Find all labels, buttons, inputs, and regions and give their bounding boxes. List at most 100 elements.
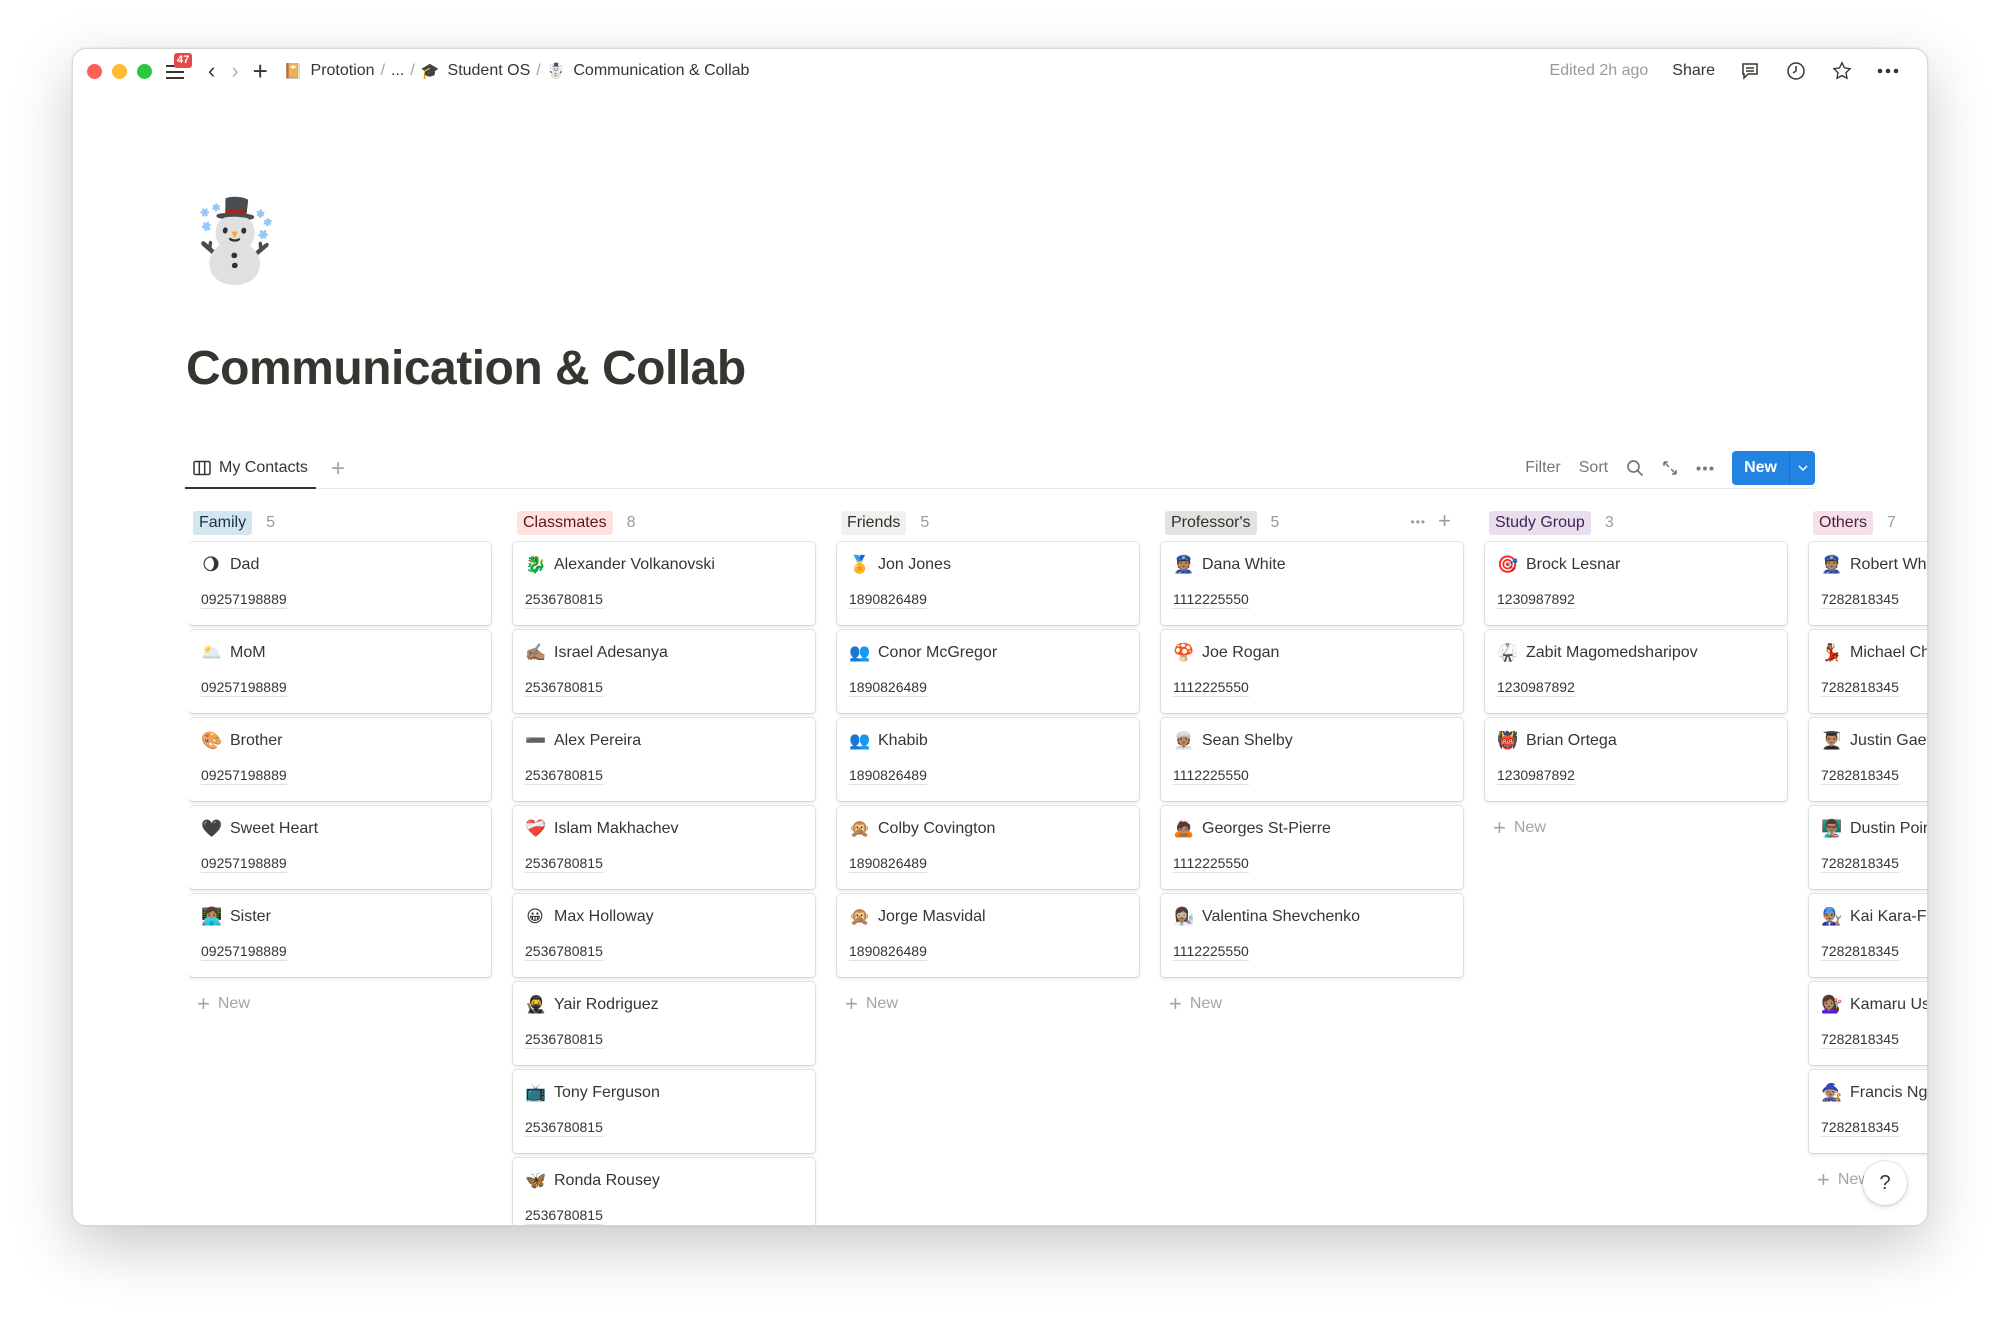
favorite-button[interactable] — [1831, 60, 1853, 82]
contact-phone[interactable]: 2536780815 — [525, 1206, 603, 1225]
contact-phone[interactable]: 2536780815 — [525, 1118, 603, 1137]
add-view-button[interactable]: + — [331, 455, 345, 483]
contact-card[interactable]: 👨🏽‍🏫 Dustin Poirier 7282818345 — [1809, 806, 1927, 889]
search-button[interactable] — [1626, 459, 1644, 477]
contact-card[interactable]: 🙇🏽 Georges St-Pierre 1112225550 — [1161, 806, 1463, 889]
maximize-window-button[interactable] — [137, 63, 152, 79]
contact-phone[interactable]: 1112225550 — [1173, 942, 1249, 961]
share-button[interactable]: Share — [1672, 62, 1715, 80]
column-tag[interactable]: Study Group — [1489, 511, 1591, 535]
contact-card[interactable]: 👥 Conor McGregor 1890826489 — [837, 630, 1139, 713]
contact-phone[interactable]: 1112225550 — [1173, 678, 1249, 697]
page-title[interactable]: Communication & Collab — [186, 341, 746, 396]
help-button[interactable]: ? — [1863, 1161, 1907, 1205]
contact-phone[interactable]: 09257198889 — [201, 854, 287, 873]
contact-phone[interactable]: 7282818345 — [1821, 1118, 1899, 1137]
contact-phone[interactable]: 2536780815 — [525, 1030, 603, 1049]
contact-card[interactable]: 👥 Khabib 1890826489 — [837, 718, 1139, 801]
contact-card[interactable]: 📺 Tony Ferguson 2536780815 — [513, 1070, 815, 1153]
contact-card[interactable]: 🧙🏽 Francis Ngannou 7282818345 — [1809, 1070, 1927, 1153]
expand-button[interactable] — [1662, 460, 1678, 476]
contact-card[interactable]: 💇🏽‍♀️ Kamaru Usman 7282818345 — [1809, 982, 1927, 1065]
contact-phone[interactable]: 1112225550 — [1173, 590, 1249, 609]
contact-phone[interactable]: 7282818345 — [1821, 678, 1899, 697]
column-add-icon[interactable]: + — [1438, 510, 1451, 532]
breadcrumb-item-ellipsis[interactable]: ... — [387, 60, 408, 82]
contact-card[interactable]: ✍🏽 Israel Adesanya 2536780815 — [513, 630, 815, 713]
contact-card[interactable]: 🐉 Alexander Volkanovski 2536780815 — [513, 542, 815, 625]
contact-card[interactable]: 🥋 Zabit Magomedsharipov 1230987892 — [1485, 630, 1787, 713]
add-card-button[interactable]: + New — [189, 991, 491, 1017]
contact-card[interactable]: 🖤 Sweet Heart 09257198889 — [189, 806, 491, 889]
contact-phone[interactable]: 1230987892 — [1497, 590, 1575, 609]
new-page-button[interactable]: + — [253, 58, 268, 84]
updates-button[interactable] — [1785, 60, 1807, 82]
add-card-button[interactable]: + New — [1161, 991, 1463, 1017]
contact-phone[interactable]: 1112225550 — [1173, 766, 1249, 785]
contact-phone[interactable]: 2536780815 — [525, 854, 603, 873]
contact-phone[interactable]: 7282818345 — [1821, 942, 1899, 961]
contact-phone[interactable]: 2536780815 — [525, 766, 603, 785]
contact-card[interactable]: 👮🏽 Dana White 1112225550 — [1161, 542, 1463, 625]
close-window-button[interactable] — [87, 63, 102, 79]
contact-card[interactable]: 🎯 Brock Lesnar 1230987892 — [1485, 542, 1787, 625]
sidebar-menu-button[interactable]: 47 — [166, 53, 193, 79]
contact-phone[interactable]: 2536780815 — [525, 590, 603, 609]
tab-my-contacts[interactable]: My Contacts — [185, 449, 316, 489]
contact-phone[interactable]: 1890826489 — [849, 766, 927, 785]
contact-card[interactable]: 🎨 Brother 09257198889 — [189, 718, 491, 801]
contact-card[interactable]: ➖ Alex Pereira 2536780815 — [513, 718, 815, 801]
contact-phone[interactable]: 7282818345 — [1821, 854, 1899, 873]
contact-card[interactable]: 🌖 Dad 09257198889 — [189, 542, 491, 625]
contact-phone[interactable]: 1890826489 — [849, 942, 927, 961]
contact-card[interactable]: 🙊 Jorge Masvidal 1890826489 — [837, 894, 1139, 977]
contact-card[interactable]: 👩🏽‍🔬 Valentina Shevchenko 1112225550 — [1161, 894, 1463, 977]
breadcrumb-item-student-os[interactable]: 🎓 Student OS — [417, 60, 534, 82]
contact-card[interactable]: 😀 Max Holloway 2536780815 — [513, 894, 815, 977]
contact-phone[interactable]: 1890826489 — [849, 590, 927, 609]
contact-phone[interactable]: 7282818345 — [1821, 1030, 1899, 1049]
contact-phone[interactable]: 1230987892 — [1497, 766, 1575, 785]
contact-phone[interactable]: 09257198889 — [201, 942, 287, 961]
contact-card[interactable]: 💃🏽 Michael Chandler 7282818345 — [1809, 630, 1927, 713]
new-button-label[interactable]: New — [1732, 451, 1789, 485]
comments-button[interactable] — [1739, 60, 1761, 82]
contact-card[interactable]: 👹 Brian Ortega 1230987892 — [1485, 718, 1787, 801]
view-options-button[interactable] — [1696, 466, 1714, 471]
breadcrumb-item-current[interactable]: ☃️ Communication & Collab — [543, 60, 754, 82]
contact-card[interactable]: ❤️‍🩹 Islam Makhachev 2536780815 — [513, 806, 815, 889]
page-icon[interactable]: ☃️ — [185, 201, 285, 281]
contact-phone[interactable]: 2536780815 — [525, 678, 603, 697]
back-button[interactable]: ‹ — [208, 60, 215, 82]
contact-card[interactable]: 🥷 Yair Rodriguez 2536780815 — [513, 982, 815, 1065]
contact-phone[interactable]: 2536780815 — [525, 942, 603, 961]
filter-button[interactable]: Filter — [1525, 459, 1561, 477]
more-options-button[interactable] — [1877, 60, 1899, 82]
contact-card[interactable]: 🌥️ MoM 09257198889 — [189, 630, 491, 713]
contact-card[interactable]: 👮🏽 Robert Whittaker 7282818345 — [1809, 542, 1927, 625]
sort-button[interactable]: Sort — [1579, 459, 1608, 477]
contact-phone[interactable]: 7282818345 — [1821, 590, 1899, 609]
contact-phone[interactable]: 1112225550 — [1173, 854, 1249, 873]
contact-card[interactable]: 👨🏽‍🎓 Justin Gaethje 7282818345 — [1809, 718, 1927, 801]
column-tag[interactable]: Classmates — [517, 511, 613, 535]
contact-card[interactable]: 🦋 Ronda Rousey 2536780815 — [513, 1158, 815, 1225]
contact-phone[interactable]: 1890826489 — [849, 678, 927, 697]
contact-card[interactable]: 👳🏽 Sean Shelby 1112225550 — [1161, 718, 1463, 801]
new-dropdown-button[interactable] — [1789, 451, 1815, 485]
contact-phone[interactable]: 09257198889 — [201, 590, 287, 609]
contact-phone[interactable]: 7282818345 — [1821, 766, 1899, 785]
column-tag[interactable]: Professor's — [1165, 511, 1257, 535]
column-tag[interactable]: Others — [1813, 511, 1874, 535]
minimize-window-button[interactable] — [112, 63, 127, 79]
contact-phone[interactable]: 1230987892 — [1497, 678, 1575, 697]
contact-card[interactable]: 👨🏽‍🔧 Kai Kara-France 7282818345 — [1809, 894, 1927, 977]
contact-card[interactable]: 🏅 Jon Jones 1890826489 — [837, 542, 1139, 625]
contact-phone[interactable]: 09257198889 — [201, 678, 287, 697]
column-tag[interactable]: Family — [193, 511, 253, 535]
contact-phone[interactable]: 1890826489 — [849, 854, 927, 873]
contact-card[interactable]: 👩🏽‍💻 Sister 09257198889 — [189, 894, 491, 977]
contact-card[interactable]: 🙊 Colby Covington 1890826489 — [837, 806, 1139, 889]
column-tag[interactable]: Friends — [841, 511, 907, 535]
new-entry-button[interactable]: New — [1732, 451, 1815, 485]
